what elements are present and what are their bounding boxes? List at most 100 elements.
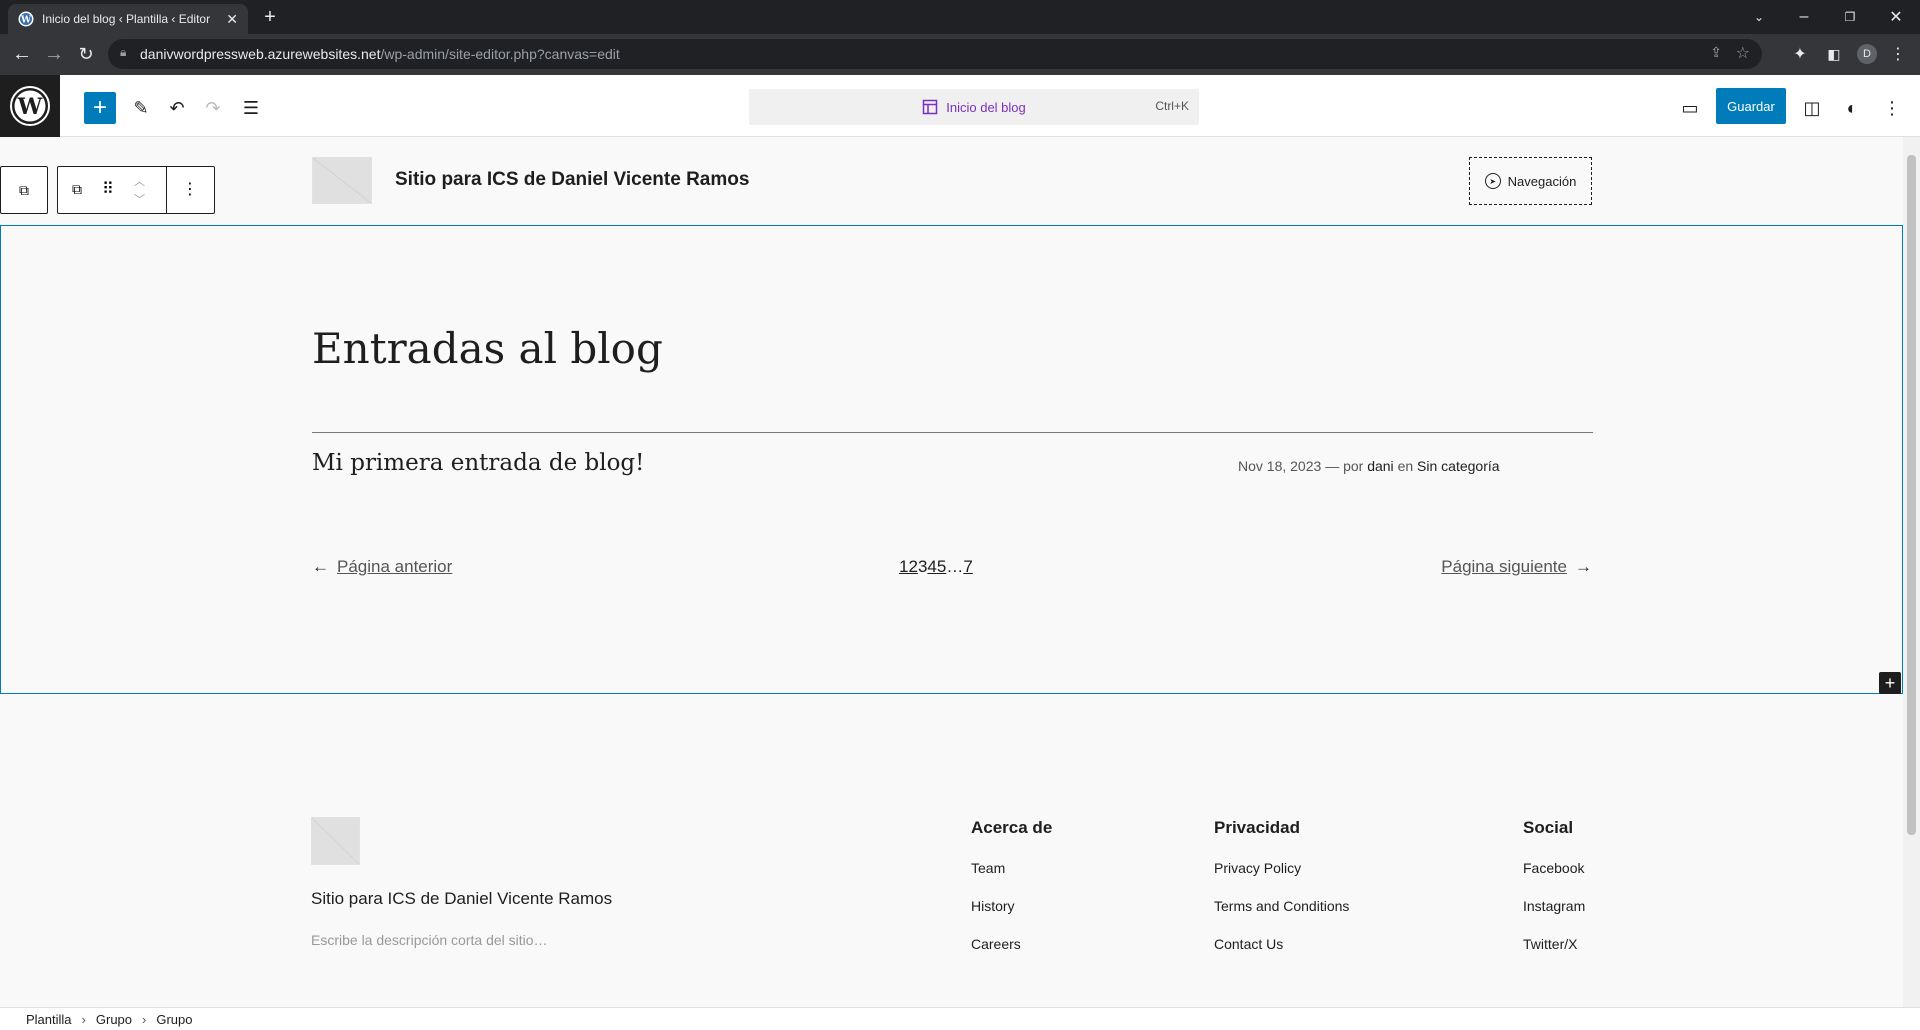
close-window-icon[interactable]: ✕ bbox=[1882, 3, 1910, 31]
url-path: /wp-admin/site-editor.php?canvas=edit bbox=[380, 46, 620, 62]
page-number[interactable]: 4 bbox=[927, 557, 936, 577]
footer-column-heading: Social bbox=[1523, 818, 1574, 837]
footer-link[interactable]: Facebook bbox=[1523, 860, 1584, 876]
forward-icon[interactable]: → bbox=[40, 40, 68, 68]
footer-link[interactable]: Team bbox=[971, 860, 1005, 876]
browser-tab[interactable]: W Inicio del blog ‹ Plantilla ‹ Editor ✕ bbox=[8, 4, 248, 34]
wordpress-favicon-icon: W bbox=[18, 11, 34, 27]
footer-link[interactable]: Privacy Policy bbox=[1214, 860, 1301, 876]
footer-link[interactable]: History bbox=[971, 898, 1015, 914]
command-palette-button[interactable]: Inicio del blog Ctrl+K bbox=[749, 89, 1199, 125]
footer-link[interactable]: Terms and Conditions bbox=[1214, 898, 1349, 914]
browser-tab-bar: W Inicio del blog ‹ Plantilla ‹ Editor ✕… bbox=[0, 0, 1920, 34]
preview-device-icon[interactable]: ▭ bbox=[1674, 92, 1706, 124]
settings-sidebar-icon[interactable]: ◫ bbox=[1796, 92, 1828, 124]
breadcrumb-item[interactable]: Grupo bbox=[96, 1012, 132, 1027]
post-date[interactable]: Nov 18, 2023 bbox=[1238, 458, 1321, 474]
post-meta-in: en bbox=[1397, 458, 1414, 474]
footer-link[interactable]: Contact Us bbox=[1214, 936, 1283, 952]
post-title[interactable]: Mi primera entrada de blog! bbox=[312, 450, 644, 476]
breadcrumb-item[interactable]: Grupo bbox=[156, 1012, 192, 1027]
page-number-current: 3 bbox=[917, 557, 928, 576]
share-icon[interactable]: ⇪ bbox=[1710, 44, 1722, 61]
browser-address-bar: ← → ↻ 🔒︎ danivwordpressweb.azurewebsites… bbox=[0, 34, 1920, 75]
profile-initial: D bbox=[1857, 44, 1877, 64]
restore-icon[interactable]: ❐ bbox=[1836, 3, 1864, 31]
reload-icon[interactable]: ↻ bbox=[72, 40, 100, 68]
compass-icon: ➤ bbox=[1484, 173, 1501, 189]
page-number[interactable]: 1 bbox=[899, 557, 908, 577]
svg-text:W: W bbox=[20, 16, 32, 26]
page-number[interactable]: 7 bbox=[963, 557, 972, 577]
drag-handle-icon[interactable]: ⠿ bbox=[102, 179, 114, 199]
bookmark-star-icon[interactable]: ☆ bbox=[1736, 43, 1750, 63]
tab-search-icon[interactable]: ⌄ bbox=[1745, 3, 1773, 31]
back-icon[interactable]: ← bbox=[8, 40, 36, 68]
close-tab-icon[interactable]: ✕ bbox=[226, 11, 238, 28]
breadcrumb-separator-icon: › bbox=[81, 1011, 86, 1027]
extensions-icon[interactable]: ✦ bbox=[1786, 40, 1814, 68]
undo-icon[interactable]: ↶ bbox=[161, 92, 193, 124]
block-breadcrumb: Plantilla › Grupo › Grupo bbox=[0, 1007, 1920, 1030]
canvas-scrollbar[interactable] bbox=[1903, 137, 1920, 1007]
save-button[interactable]: Guardar bbox=[1716, 88, 1786, 124]
profile-avatar[interactable]: D bbox=[1853, 40, 1881, 68]
footer-site-title[interactable]: Sitio para ICS de Daniel Vicente Ramos bbox=[311, 889, 612, 909]
url-field[interactable]: 🔒︎ danivwordpressweb.azurewebsites.net/w… bbox=[108, 39, 1762, 69]
post-category[interactable]: Sin categoría bbox=[1417, 458, 1500, 474]
arrow-left-icon: ← bbox=[312, 557, 329, 576]
block-options-icon[interactable]: ⋮ bbox=[182, 179, 198, 199]
block-toolbar: ⧉ ⠿ ︿ ﹀ ⋮ bbox=[57, 166, 215, 214]
footer-column-social: Social Facebook Instagram Twitter/X bbox=[1523, 818, 1585, 952]
new-tab-icon[interactable]: + bbox=[256, 3, 284, 31]
svg-text:W: W bbox=[17, 94, 43, 120]
site-title[interactable]: Sitio para ICS de Daniel Vicente Ramos bbox=[395, 169, 749, 191]
block-type-icon[interactable]: ⧉ bbox=[72, 181, 82, 198]
footer-link[interactable]: Twitter/X bbox=[1523, 936, 1577, 952]
options-menu-icon[interactable]: ⋮ bbox=[1876, 92, 1908, 124]
breadcrumb-item[interactable]: Plantilla bbox=[26, 1012, 72, 1027]
wordpress-logo-icon: W bbox=[10, 86, 50, 126]
site-tagline-placeholder[interactable]: Escribe la descripción corta del sitio… bbox=[311, 932, 548, 948]
move-up-icon[interactable]: ︿ bbox=[134, 173, 145, 189]
footer-link[interactable]: Instagram bbox=[1523, 898, 1585, 914]
post-author[interactable]: dani bbox=[1367, 458, 1393, 474]
group-icon: ⧉ bbox=[19, 181, 29, 198]
site-logo-placeholder[interactable] bbox=[312, 157, 372, 204]
separator-line bbox=[312, 432, 1593, 433]
next-page-label: Página siguiente bbox=[1441, 557, 1567, 576]
editor-canvas[interactable]: Sitio para ICS de Daniel Vicente Ramos ➤… bbox=[0, 137, 1903, 1007]
wordpress-logo-button[interactable]: W bbox=[0, 75, 60, 137]
pagination-previous[interactable]: ← Página anterior bbox=[312, 557, 452, 577]
footer-logo-placeholder[interactable] bbox=[311, 817, 360, 865]
footer-column-heading: Privacidad bbox=[1214, 818, 1300, 837]
page-number[interactable]: 2 bbox=[908, 557, 917, 577]
styles-icon[interactable]: ◐ bbox=[1836, 92, 1868, 124]
minimize-icon[interactable]: – bbox=[1790, 3, 1818, 31]
redo-icon[interactable]: ↷ bbox=[197, 92, 229, 124]
footer-link[interactable]: Careers bbox=[971, 936, 1021, 952]
blog-heading[interactable]: Entradas al blog bbox=[312, 324, 663, 373]
footer-column-about: Acerca de Team History Careers bbox=[971, 818, 1053, 952]
post-meta: Nov 18, 2023 — por dani en Sin categoría bbox=[1238, 458, 1500, 474]
move-down-icon[interactable]: ﹀ bbox=[134, 191, 145, 207]
page-ellipsis: … bbox=[946, 557, 964, 576]
chrome-menu-icon[interactable]: ⋮ bbox=[1884, 40, 1912, 68]
command-label: Inicio del blog bbox=[946, 99, 1026, 115]
block-inserter-plus-icon[interactable]: + bbox=[1879, 672, 1901, 694]
scrollbar-thumb[interactable] bbox=[1907, 155, 1916, 835]
tools-pencil-icon[interactable]: ✎ bbox=[125, 92, 157, 124]
select-parent-button[interactable]: ⧉ bbox=[0, 166, 48, 214]
pagination-next[interactable]: Página siguiente → bbox=[1441, 557, 1592, 577]
list-view-icon[interactable]: ☰ bbox=[235, 92, 267, 124]
page-number[interactable]: 5 bbox=[937, 557, 946, 577]
add-block-button[interactable]: + bbox=[84, 92, 116, 124]
arrow-right-icon: → bbox=[1575, 557, 1592, 576]
selected-group-block[interactable]: Entradas al blog Mi primera entrada de b… bbox=[0, 225, 1903, 694]
footer-column-heading: Acerca de bbox=[971, 818, 1053, 837]
side-panel-icon[interactable]: ◧ bbox=[1820, 40, 1848, 68]
navigation-block[interactable]: ➤ Navegación bbox=[1469, 157, 1592, 205]
previous-page-label: Página anterior bbox=[337, 557, 453, 576]
command-shortcut: Ctrl+K bbox=[1155, 99, 1189, 113]
site-info-icon[interactable]: 🔒︎ bbox=[120, 45, 126, 60]
